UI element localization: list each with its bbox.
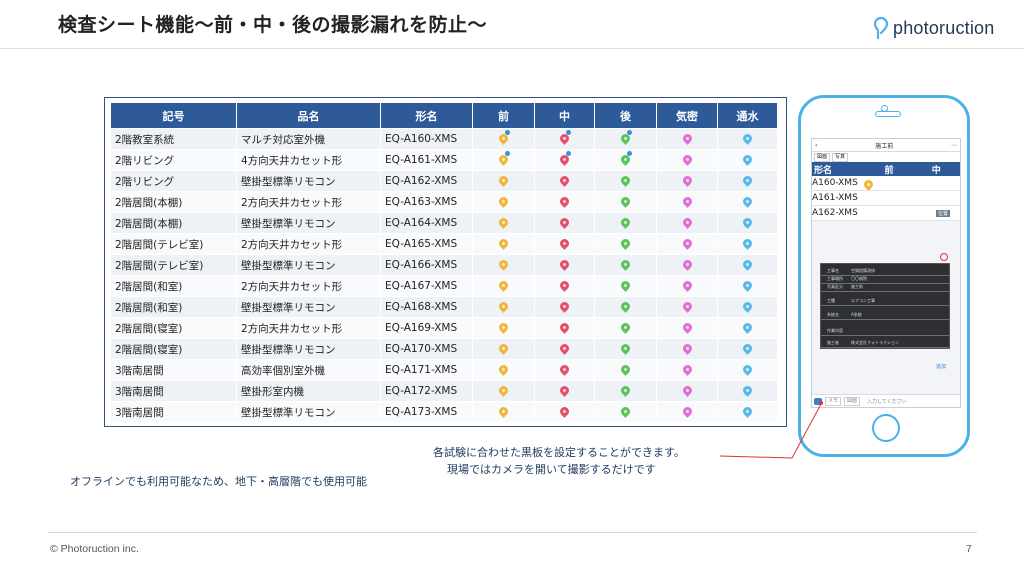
page-number: 7 [966,543,972,555]
callout-anchor-dot [819,401,823,405]
callout-connector [719,403,822,459]
copyright: © Photoruction inc. [50,543,139,555]
callout-line-1: 各試験に合わせた黒板を設定することができます。 [433,446,685,459]
footer-divider [48,532,977,533]
blackboard-callout: 各試験に合わせた黒板を設定することができます。 現場ではカメラを開いて撮影するだ… [433,444,685,478]
callout-line-2: 現場ではカメラを開いて撮影するだけです [447,463,656,476]
offline-note: オフラインでも利用可能なため、地下・高層階でも使用可能 [70,475,367,488]
